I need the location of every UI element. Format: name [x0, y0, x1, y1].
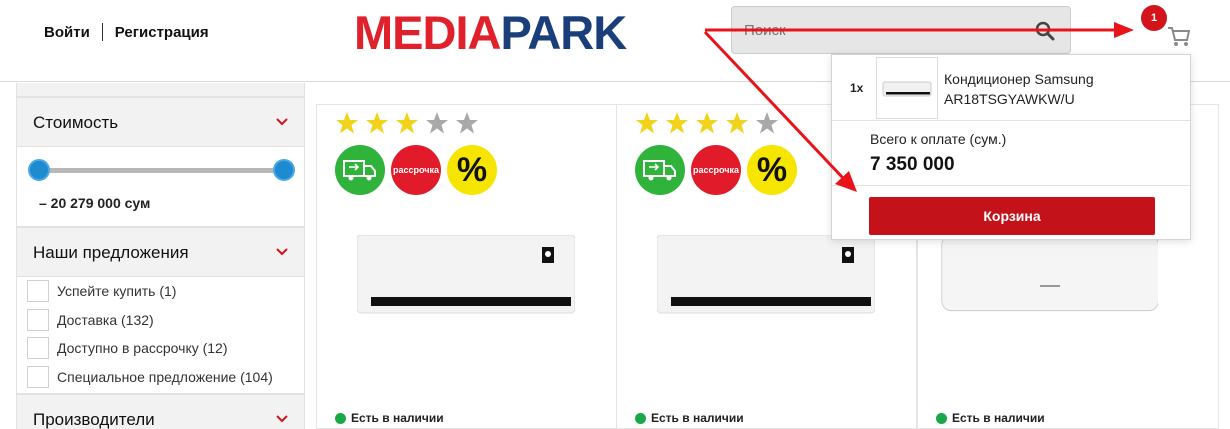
register-link[interactable]: Регистрация — [115, 24, 209, 41]
popup-divider — [832, 185, 1190, 186]
price-filter-header[interactable]: Стоимость — [16, 97, 305, 147]
installment-badge: рассрочка — [391, 145, 441, 195]
star-filled-icon — [726, 112, 748, 134]
offer-label: Доставка (132) — [57, 311, 154, 328]
chevron-down-icon — [276, 415, 288, 423]
offer-label: Успейте купить (1) — [57, 283, 177, 300]
price-filter-title: Стоимость — [33, 113, 119, 132]
cart-total-value: 7 350 000 — [870, 154, 955, 175]
brands-filter-title: Производители — [33, 410, 155, 429]
offer-option[interactable]: Успейте купить (1) — [27, 277, 304, 306]
cart-item-qty: 1x — [850, 81, 864, 95]
checkbox[interactable] — [27, 308, 49, 331]
installment-badge: рассрочка — [691, 145, 741, 195]
air-conditioner-thumb-icon — [882, 81, 932, 97]
offer-label: Доступно в рассрочку (12) — [57, 340, 228, 357]
login-link[interactable]: Войти — [44, 24, 90, 41]
slider-max-handle[interactable] — [273, 159, 295, 181]
price-range-value: – 20 279 000 сум — [39, 195, 151, 211]
discount-badge: % — [447, 145, 497, 195]
auth-divider — [101, 23, 103, 41]
offers-list: Успейте купить (1) Доставка (132) Доступ… — [16, 277, 305, 394]
truck-icon — [643, 160, 676, 181]
star-filled-icon — [336, 112, 358, 134]
search-box — [731, 6, 1071, 54]
offer-option[interactable]: Доставка (132) — [27, 306, 304, 335]
auth-links: Войти Регистрация — [44, 23, 209, 41]
star-filled-icon — [666, 112, 688, 134]
checkbox[interactable] — [27, 365, 49, 388]
checkbox[interactable] — [27, 280, 49, 303]
in-stock-dot — [335, 412, 346, 424]
in-stock-dot — [635, 412, 646, 424]
offer-label: Специальное предложение (104) — [57, 368, 273, 385]
search-icon[interactable] — [1034, 20, 1056, 42]
stock-status: Есть в наличии — [635, 411, 744, 425]
brands-filter-header[interactable]: Производители — [16, 394, 305, 429]
star-empty-icon — [756, 112, 778, 134]
chevron-down-icon — [276, 118, 288, 126]
delivery-badge — [635, 145, 685, 195]
delivery-badge — [335, 145, 385, 195]
checkbox[interactable] — [27, 337, 49, 360]
mediapark-logo[interactable]: MEDIAPARK — [354, 9, 627, 56]
rating-stars — [335, 111, 485, 135]
cart-item-thumbnail[interactable] — [876, 57, 938, 119]
cart-count-badge[interactable]: 1 — [1141, 5, 1167, 31]
cart-icon[interactable] — [1166, 22, 1192, 48]
offer-option[interactable]: Доступно в рассрочку (12) — [27, 334, 304, 363]
rating-stars — [635, 111, 785, 135]
slider-min-handle[interactable] — [28, 159, 50, 181]
filter-sidebar: Стоимость – 20 279 000 сум Наши предложе… — [16, 83, 305, 429]
cart-item: 1x Кондиционер Samsung AR18TSGYAWKW/U — [832, 55, 1190, 121]
air-conditioner-image — [941, 235, 1158, 312]
discount-badge: % — [747, 145, 797, 195]
star-empty-icon — [426, 112, 448, 134]
star-filled-icon — [396, 112, 418, 134]
chevron-down-icon — [276, 248, 288, 256]
offers-filter-title: Наши предложения — [33, 243, 189, 262]
cart-total-label: Всего к оплате (сум.) — [870, 131, 1007, 147]
offer-option[interactable]: Специальное предложение (104) — [27, 363, 304, 392]
cart-item-name[interactable]: Кондиционер Samsung AR18TSGYAWKW/U — [944, 69, 1174, 109]
star-empty-icon — [456, 112, 478, 134]
truck-icon — [343, 160, 376, 181]
product-card[interactable]: рассрочка % Есть в наличии — [316, 104, 617, 429]
price-range-slider: – 20 279 000 сум — [16, 147, 305, 227]
star-filled-icon — [696, 112, 718, 134]
stock-status: Есть в наличии — [335, 411, 444, 425]
offers-filter-header[interactable]: Наши предложения — [16, 227, 305, 277]
star-filled-icon — [366, 112, 388, 134]
air-conditioner-image — [657, 235, 875, 314]
in-stock-dot — [936, 412, 947, 424]
star-filled-icon — [636, 112, 658, 134]
stock-status: Есть в наличии — [936, 411, 1045, 425]
slider-track[interactable] — [39, 168, 285, 173]
product-badges: рассрочка % — [635, 145, 803, 195]
mini-cart-popup: 1x Кондиционер Samsung AR18TSGYAWKW/U Вс… — [831, 54, 1191, 240]
search-input[interactable] — [744, 19, 1024, 41]
air-conditioner-image — [357, 235, 575, 314]
product-badges: рассрочка % — [335, 145, 503, 195]
previous-section-stub — [16, 83, 305, 97]
go-to-cart-button[interactable]: Корзина — [869, 197, 1155, 235]
